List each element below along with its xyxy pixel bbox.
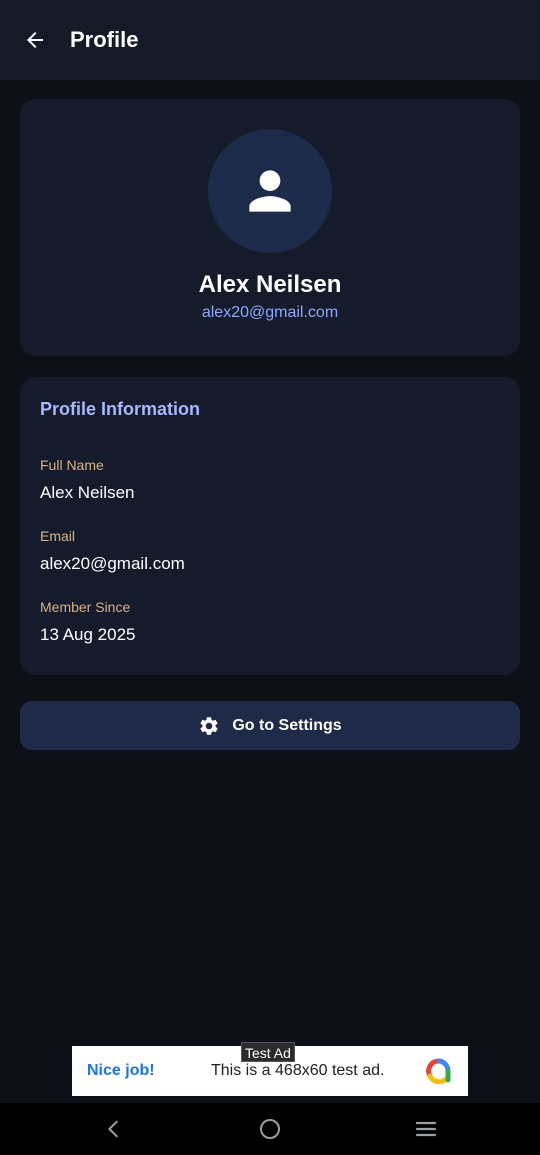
chevron-left-icon	[108, 1120, 118, 1138]
page-title: Profile	[70, 27, 139, 52]
system-nav-bar	[0, 1103, 540, 1155]
profile-information-card: Profile Information Full Name Alex Neils…	[20, 377, 520, 675]
profile-screen: Profile Alex Neilsen alex20@gmail.com Pr…	[0, 0, 540, 1155]
ad-headline: Nice job!	[87, 1062, 155, 1079]
back-button[interactable]	[13, 18, 57, 62]
avatar	[208, 129, 332, 253]
arrow-left-icon	[27, 32, 43, 48]
user-name: Alex Neilsen	[198, 271, 342, 298]
app-bar: Profile	[0, 0, 540, 80]
user-email: alex20@gmail.com	[201, 304, 339, 321]
section-title: Profile Information	[40, 399, 201, 419]
gear-icon	[200, 716, 218, 735]
field-label: Full Name	[40, 457, 104, 473]
field-label: Member Since	[40, 599, 131, 615]
menu-lines-icon	[415, 1121, 437, 1137]
test-ad-tag: Test Ad	[241, 1042, 295, 1062]
ad-body: This is a 468x60 test ad.	[211, 1062, 385, 1079]
member-since-field: Member Since 13 Aug 2025	[40, 599, 135, 645]
admob-logo-icon	[426, 1058, 451, 1084]
field-label: Email	[40, 528, 76, 544]
full-name-field: Full Name Alex Neilsen	[40, 457, 135, 503]
person-icon	[249, 170, 291, 212]
circle-home-icon	[260, 1119, 280, 1139]
go-to-settings-button[interactable]: Go to Settings	[20, 701, 520, 750]
nav-recents-button[interactable]	[411, 1114, 441, 1144]
field-value: 13 Aug 2025	[40, 625, 136, 644]
field-value: alex20@gmail.com	[40, 554, 185, 573]
settings-button-label: Go to Settings	[232, 716, 342, 734]
profile-card: Alex Neilsen alex20@gmail.com	[20, 99, 520, 356]
email-field: Email alex20@gmail.com	[40, 528, 185, 574]
nav-back-button[interactable]	[99, 1114, 129, 1144]
field-value: Alex Neilsen	[40, 483, 135, 502]
nav-home-button[interactable]	[255, 1114, 285, 1144]
